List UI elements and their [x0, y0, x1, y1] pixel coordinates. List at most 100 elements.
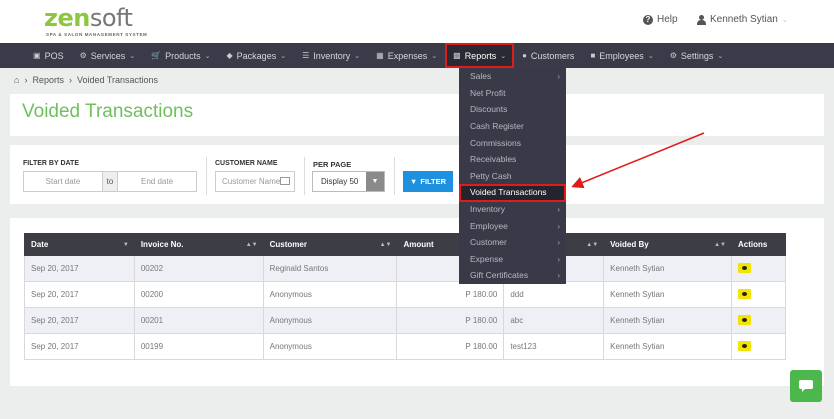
list-icon: ☰	[302, 51, 310, 60]
cell-actions	[730, 255, 787, 282]
chevron-down-icon: ⌄	[204, 52, 211, 60]
logo-zen: zen	[44, 4, 90, 32]
menu-item-inventory[interactable]: Inventory ›	[459, 201, 566, 218]
cell-actions	[730, 333, 787, 360]
chevron-right-icon: ›	[557, 72, 560, 81]
user-icon	[697, 14, 706, 25]
column-header-invoice[interactable]: Invoice No. ▲▼	[133, 233, 264, 256]
page-title: Voided Transactions	[22, 101, 194, 122]
menu-item-petty-cash[interactable]: Petty Cash	[459, 168, 566, 185]
nav-customers[interactable]: ● Customers	[514, 43, 582, 68]
nav-pos[interactable]: ▣ POS	[25, 43, 72, 68]
menu-item-cash-register[interactable]: Cash Register	[459, 118, 566, 135]
home-icon[interactable]: ⌂	[14, 75, 19, 85]
menu-item-label: Commissions	[470, 138, 522, 148]
help-link[interactable]: ? Help	[643, 14, 678, 25]
pos-icon: ▣	[33, 51, 41, 60]
customer-name-label: CUSTOMER NAME	[215, 160, 278, 167]
chat-bubble-icon	[799, 380, 813, 392]
gear-icon: ⚙	[669, 51, 677, 60]
nav-label: Reports	[464, 50, 497, 61]
menu-item-receivables[interactable]: Receivables	[459, 151, 566, 168]
logo-wordmark: zensoft	[44, 4, 133, 32]
cell-customer: Reginald Santos	[262, 255, 398, 282]
menu-item-label: Net Profit	[470, 88, 506, 98]
menu-item-customer[interactable]: Customer ›	[459, 234, 566, 251]
end-date-input[interactable]: End date	[117, 171, 197, 192]
cell-customer: Anonymous	[262, 333, 398, 360]
cell-actions	[730, 281, 787, 308]
funnel-icon: ▼	[409, 177, 418, 186]
table-row: Sep 20, 2017 00200 Anonymous P 180.00 dd…	[24, 281, 787, 308]
chevron-right-icon: ›	[557, 222, 560, 231]
menu-item-gift-certificates[interactable]: Gift Certificates ›	[459, 267, 566, 284]
nav-services[interactable]: ⚙ Services ⌄	[72, 43, 144, 68]
menu-item-label: Expense	[470, 254, 504, 264]
nav-label: Inventory	[313, 50, 351, 61]
bar-chart-icon: ▩	[453, 51, 461, 60]
menu-item-net-profit[interactable]: Net Profit	[459, 85, 566, 102]
cell-invoice: 00202	[133, 255, 264, 282]
cell-date: Sep 20, 2017	[24, 255, 135, 282]
chevron-down-icon: ⌄	[781, 16, 788, 24]
cell-reason: ddd	[503, 281, 605, 308]
zensoft-logo[interactable]: zensoft SPA & SALON MANAGEMENT SYSTEM	[44, 4, 147, 38]
menu-item-label: Discounts	[470, 104, 508, 114]
column-header-customer[interactable]: Customer ▲▼	[262, 233, 398, 256]
chevron-down-icon: ⌄	[431, 52, 438, 60]
customer-name-placeholder: Customer Name	[222, 177, 281, 186]
nav-packages[interactable]: ◆ Packages ⌄	[219, 43, 295, 68]
menu-item-discounts[interactable]: Discounts	[459, 101, 566, 118]
menu-item-label: Inventory	[470, 204, 505, 214]
cell-date: Sep 20, 2017	[24, 333, 135, 360]
nav-inventory[interactable]: ☰ Inventory ⌄	[294, 43, 368, 68]
column-header-label: Customer	[269, 240, 307, 249]
user-menu[interactable]: Kenneth Sytian ⌄	[697, 14, 788, 25]
menu-item-label: Cash Register	[470, 121, 524, 131]
menu-item-commissions[interactable]: Commissions	[459, 135, 566, 152]
column-header-label: Voided By	[610, 240, 649, 249]
menu-item-employee[interactable]: Employee ›	[459, 218, 566, 235]
menu-item-label: Receivables	[470, 154, 517, 164]
nav-label: Services	[90, 50, 126, 61]
services-icon: ⚙	[79, 51, 87, 60]
view-eye-icon[interactable]	[737, 288, 751, 299]
top-bar: zensoft SPA & SALON MANAGEMENT SYSTEM ? …	[0, 0, 834, 43]
nav-label: POS	[44, 50, 64, 61]
caret-down-icon: ▼	[366, 172, 384, 191]
menu-item-expense[interactable]: Expense ›	[459, 251, 566, 268]
cell-voided-by: Kenneth Sytian	[603, 255, 732, 282]
nav-employees[interactable]: ■ Employees ⌄	[582, 43, 661, 68]
nav-settings[interactable]: ⚙ Settings ⌄	[662, 43, 732, 68]
customer-name-input[interactable]: Customer Name	[215, 171, 295, 192]
chat-button[interactable]	[790, 370, 822, 402]
sort-icon: ▼	[122, 242, 129, 248]
menu-item-sales[interactable]: Sales ›	[459, 68, 566, 85]
filter-button[interactable]: ▼ FILTER	[403, 171, 453, 192]
cell-voided-by: Kenneth Sytian	[603, 333, 732, 360]
nav-reports[interactable]: ▩ Reports ⌄	[445, 43, 515, 68]
view-eye-icon[interactable]	[737, 340, 751, 351]
cell-actions	[730, 307, 787, 334]
sort-icon: ▲▼	[586, 242, 599, 248]
view-eye-icon[interactable]	[737, 314, 751, 325]
menu-item-label: Gift Certificates	[470, 270, 529, 280]
menu-item-voided-transactions[interactable]: Voided Transactions	[459, 184, 566, 202]
per-page-value: Display 50	[321, 177, 359, 186]
column-header-actions: Actions	[730, 233, 787, 256]
question-icon: ?	[643, 14, 653, 25]
menu-item-label: Petty Cash	[470, 171, 512, 181]
nav-products[interactable]: 🛒 Products ⌄	[143, 43, 218, 68]
column-header-date[interactable]: Date ▼	[24, 233, 135, 256]
filter-divider	[394, 157, 395, 195]
users-icon: ●	[522, 51, 527, 60]
column-header-label: Invoice No.	[140, 240, 184, 249]
breadcrumb-reports[interactable]: Reports	[32, 75, 64, 85]
nav-expenses[interactable]: ▦ Expenses ⌄	[368, 43, 445, 68]
column-header-voided-by[interactable]: Voided By ▲▼	[603, 233, 732, 256]
briefcase-icon: ■	[590, 51, 596, 60]
help-label: Help	[657, 14, 678, 25]
view-eye-icon[interactable]	[737, 262, 751, 273]
per-page-select[interactable]: Display 50 ▼	[312, 171, 385, 192]
start-date-input[interactable]: Start date	[23, 171, 103, 192]
